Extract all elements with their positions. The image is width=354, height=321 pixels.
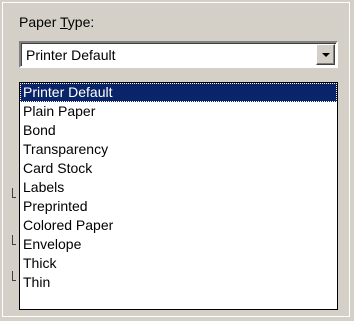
dialog-panel: Paper Type: Printer Default Printer Defa… (2, 2, 350, 317)
paper-type-label-suffix: ype: (67, 14, 95, 30)
paper-type-dropdown-list[interactable]: Printer Default Plain Paper Bond Transparen… (19, 82, 338, 310)
paper-type-option[interactable]: Thin (20, 273, 337, 292)
paper-type-option[interactable]: Thick (20, 254, 337, 273)
paper-type-option[interactable]: Plain Paper (20, 102, 337, 121)
paper-type-option[interactable]: Preprinted (20, 197, 337, 216)
paper-type-label: Paper Type: (19, 13, 94, 31)
paper-type-option[interactable]: Colored Paper (20, 216, 337, 235)
paper-type-label-prefix: Paper (19, 14, 60, 30)
paper-type-option[interactable]: Labels (20, 178, 337, 197)
paper-type-selected-value: Printer Default (26, 47, 116, 63)
paper-type-option[interactable]: Card Stock (20, 159, 337, 178)
obscured-control-edge (12, 235, 16, 245)
paper-type-option[interactable]: Envelope (20, 235, 337, 254)
paper-type-option[interactable]: Bond (20, 121, 337, 140)
paper-type-option[interactable]: Printer Default (20, 83, 337, 102)
paper-type-combobox[interactable]: Printer Default (19, 41, 338, 68)
paper-type-dropdown-button[interactable] (316, 44, 335, 65)
paper-type-label-mnemonic: T (60, 14, 68, 30)
obscured-control-edge (12, 188, 16, 198)
chevron-down-icon (322, 53, 330, 57)
paper-type-option[interactable]: Transparency (20, 140, 337, 159)
obscured-control-edge (12, 271, 16, 281)
